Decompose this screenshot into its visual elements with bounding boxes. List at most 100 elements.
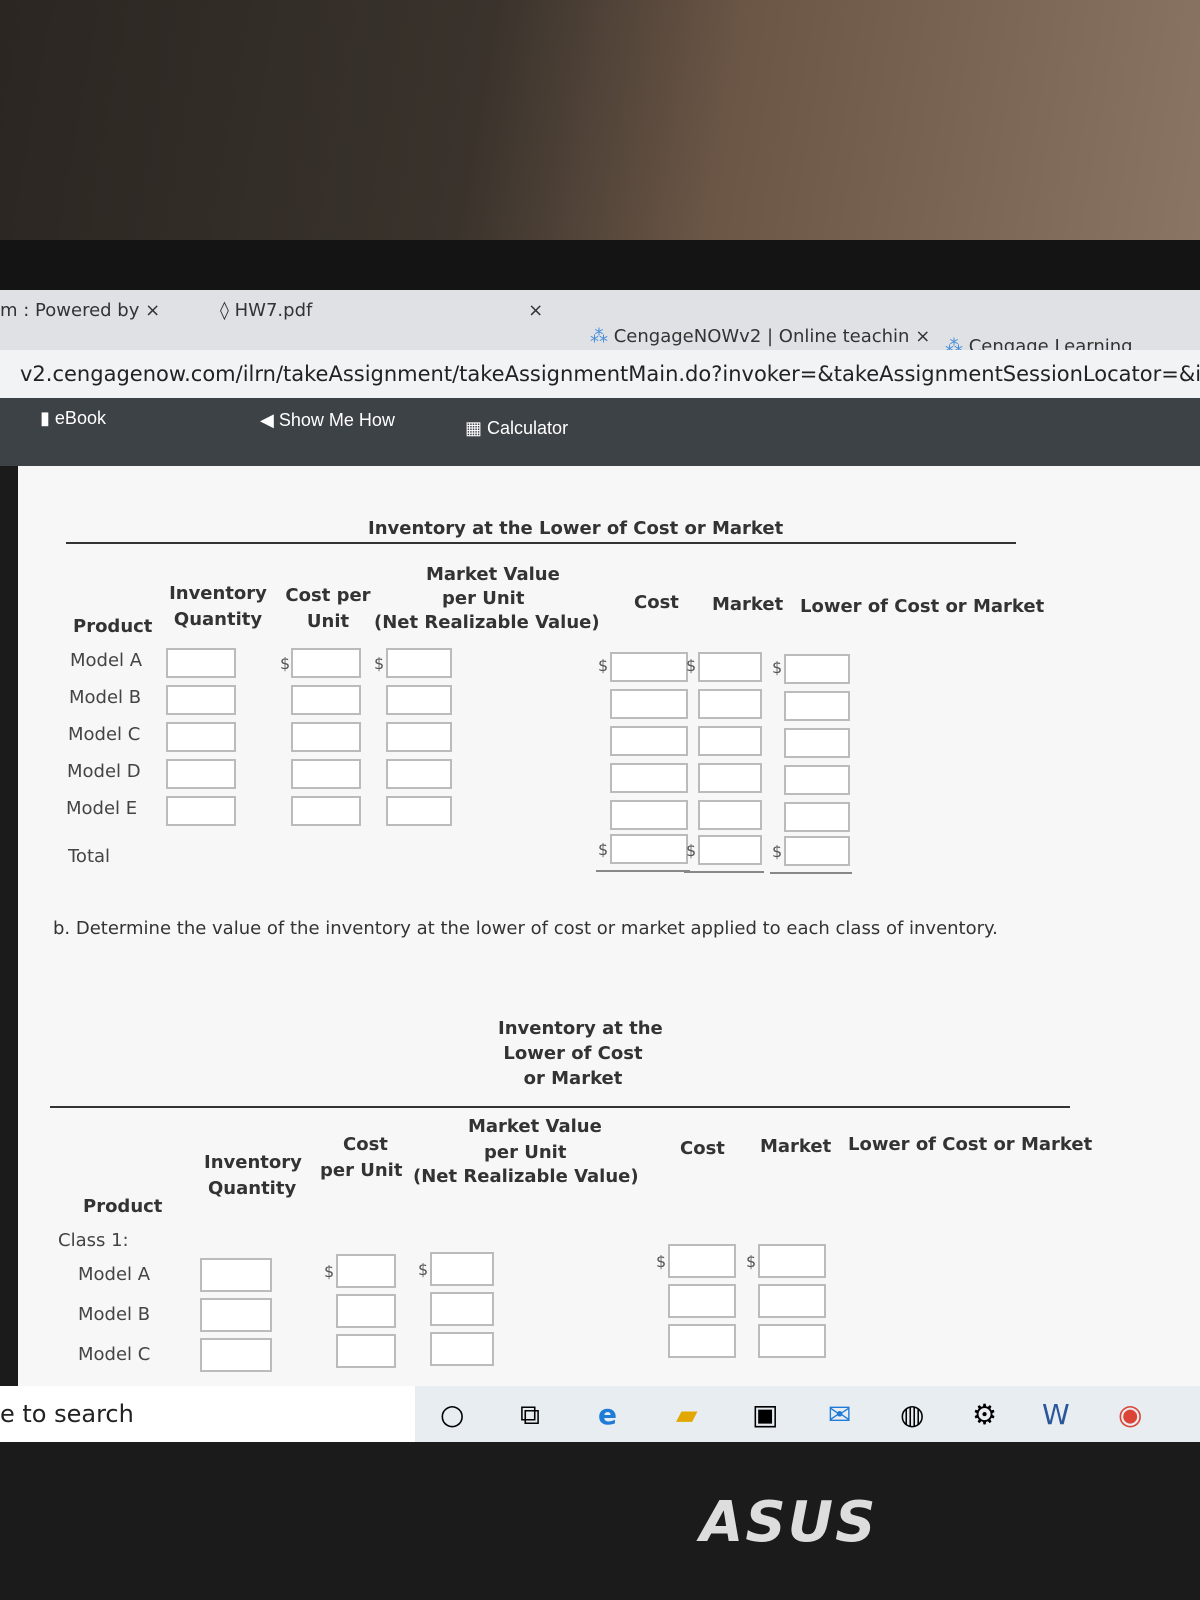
- double-underline: [596, 870, 690, 872]
- asus-logo: ASUS: [700, 1490, 878, 1555]
- currency-symbol: $: [656, 1252, 667, 1271]
- header-product: Product: [83, 1196, 163, 1217]
- product-label: Model E: [66, 798, 138, 819]
- store-icon[interactable]: ▣: [752, 1398, 778, 1431]
- lcm-input[interactable]: [784, 802, 850, 832]
- address-bar[interactable]: v2.cengagenow.com/ilrn/takeAssignment/ta…: [0, 350, 1200, 398]
- taskbar-search[interactable]: e to search: [0, 1386, 415, 1442]
- cost-per-unit-input[interactable]: [291, 648, 361, 678]
- video-icon: ◀: [260, 410, 274, 430]
- calculator-label: Calculator: [487, 418, 569, 438]
- inventory-quantity-input[interactable]: [166, 648, 236, 678]
- market-input[interactable]: [698, 652, 762, 682]
- inventory-quantity-input[interactable]: [200, 1258, 272, 1292]
- cost-input[interactable]: [668, 1284, 736, 1318]
- cost-per-unit-input[interactable]: [291, 759, 361, 789]
- total-input[interactable]: [610, 834, 688, 864]
- monitor-bezel: [0, 240, 1200, 290]
- market-input[interactable]: [758, 1244, 826, 1278]
- tab-label: HW7.pdf: [234, 300, 313, 321]
- part-a-title: Inventory at the Lower of Cost or Market: [368, 518, 784, 539]
- cost-input[interactable]: [610, 652, 688, 682]
- inventory-quantity-input[interactable]: [166, 796, 236, 826]
- background-photo: [0, 0, 1200, 250]
- task-view-icon[interactable]: ⧉: [520, 1398, 540, 1432]
- assignment-content: Inventory at the Lower of Cost or Market…: [18, 466, 1200, 1386]
- inventory-quantity-input[interactable]: [166, 722, 236, 752]
- header-cost: Cost: [343, 1134, 388, 1155]
- market-value-input[interactable]: [386, 685, 452, 715]
- inventory-quantity-input[interactable]: [166, 685, 236, 715]
- lcm-input[interactable]: [784, 765, 850, 795]
- currency-symbol: $: [374, 654, 385, 673]
- cost-per-unit-input[interactable]: [291, 796, 361, 826]
- market-input[interactable]: [698, 689, 762, 719]
- header-nrv: (Net Realizable Value): [413, 1166, 639, 1187]
- header-per-unit: per Unit: [442, 588, 525, 609]
- chrome-icon[interactable]: ◉: [1118, 1398, 1142, 1431]
- market-input[interactable]: [698, 800, 762, 830]
- cost-per-unit-input[interactable]: [336, 1254, 396, 1288]
- market-input[interactable]: [758, 1284, 826, 1318]
- lcm-input[interactable]: [784, 654, 850, 684]
- show-me-how-button[interactable]: ◀ Show Me How: [260, 410, 395, 431]
- header-per-unit: per Unit: [484, 1142, 567, 1163]
- cost-input[interactable]: [668, 1244, 736, 1278]
- cengage-icon: ⁂: [590, 326, 608, 347]
- cost-input[interactable]: [610, 689, 688, 719]
- product-label: Model B: [69, 687, 142, 708]
- lcm-input[interactable]: [784, 691, 850, 721]
- inventory-quantity-input[interactable]: [166, 759, 236, 789]
- total-input[interactable]: [784, 836, 850, 866]
- calculator-button[interactable]: ▦ Calculator: [465, 418, 568, 439]
- total-input[interactable]: [698, 835, 762, 865]
- inventory-quantity-input[interactable]: [200, 1338, 272, 1372]
- market-value-input[interactable]: [430, 1332, 494, 1366]
- file-explorer-icon[interactable]: ▰: [676, 1398, 698, 1431]
- market-value-input[interactable]: [386, 759, 452, 789]
- currency-symbol: $: [418, 1260, 429, 1279]
- mail-icon[interactable]: ✉: [828, 1398, 851, 1431]
- market-input[interactable]: [698, 763, 762, 793]
- browser-tab-bar: m : Powered by × ◊ HW7.pdf × ⁂ CengageNO…: [0, 290, 1200, 357]
- edge-icon[interactable]: e: [598, 1398, 617, 1431]
- close-icon[interactable]: ×: [915, 326, 930, 347]
- close-icon[interactable]: ×: [528, 300, 543, 321]
- currency-symbol: $: [324, 1262, 335, 1281]
- cost-input[interactable]: [610, 726, 688, 756]
- cost-per-unit-input[interactable]: [291, 685, 361, 715]
- cortana-icon[interactable]: ○: [440, 1398, 464, 1431]
- cost-input[interactable]: [610, 763, 688, 793]
- cost-input[interactable]: [668, 1324, 736, 1358]
- word-icon[interactable]: W: [1042, 1398, 1070, 1431]
- market-value-input[interactable]: [386, 796, 452, 826]
- tab-powered-by[interactable]: m : Powered by ×: [0, 300, 160, 321]
- ebook-button[interactable]: ▮ eBook: [40, 408, 106, 429]
- cost-per-unit-input[interactable]: [291, 722, 361, 752]
- lcm-input[interactable]: [784, 728, 850, 758]
- tab-cengagenow[interactable]: ⁂ CengageNOWv2 | Online teachin ×: [590, 326, 930, 347]
- header-inventory: Inventory: [204, 1152, 302, 1173]
- globe-icon[interactable]: ◍: [900, 1398, 924, 1431]
- header-lcm: Lower of Cost or Market: [800, 596, 1045, 617]
- inventory-quantity-input[interactable]: [200, 1298, 272, 1332]
- market-value-input[interactable]: [430, 1292, 494, 1326]
- header-cost: Cost: [634, 592, 679, 613]
- close-icon[interactable]: ×: [145, 300, 160, 321]
- class-label: Class 1:: [58, 1230, 129, 1251]
- settings-icon[interactable]: ⚙: [972, 1398, 997, 1431]
- tab-hw7-pdf[interactable]: ◊ HW7.pdf ×: [220, 300, 543, 321]
- cost-per-unit-input[interactable]: [336, 1294, 396, 1328]
- currency-symbol: $: [686, 656, 697, 675]
- market-value-input[interactable]: [386, 722, 452, 752]
- market-value-input[interactable]: [386, 648, 452, 678]
- tab-label: CengageNOWv2 | Online teachin: [613, 326, 910, 347]
- market-value-input[interactable]: [430, 1252, 494, 1286]
- product-label: Model C: [78, 1344, 151, 1365]
- cost-per-unit-input[interactable]: [336, 1334, 396, 1368]
- currency-symbol: $: [598, 840, 609, 859]
- market-input[interactable]: [698, 726, 762, 756]
- cost-input[interactable]: [610, 800, 688, 830]
- market-input[interactable]: [758, 1324, 826, 1358]
- pdf-icon: ◊: [220, 300, 229, 321]
